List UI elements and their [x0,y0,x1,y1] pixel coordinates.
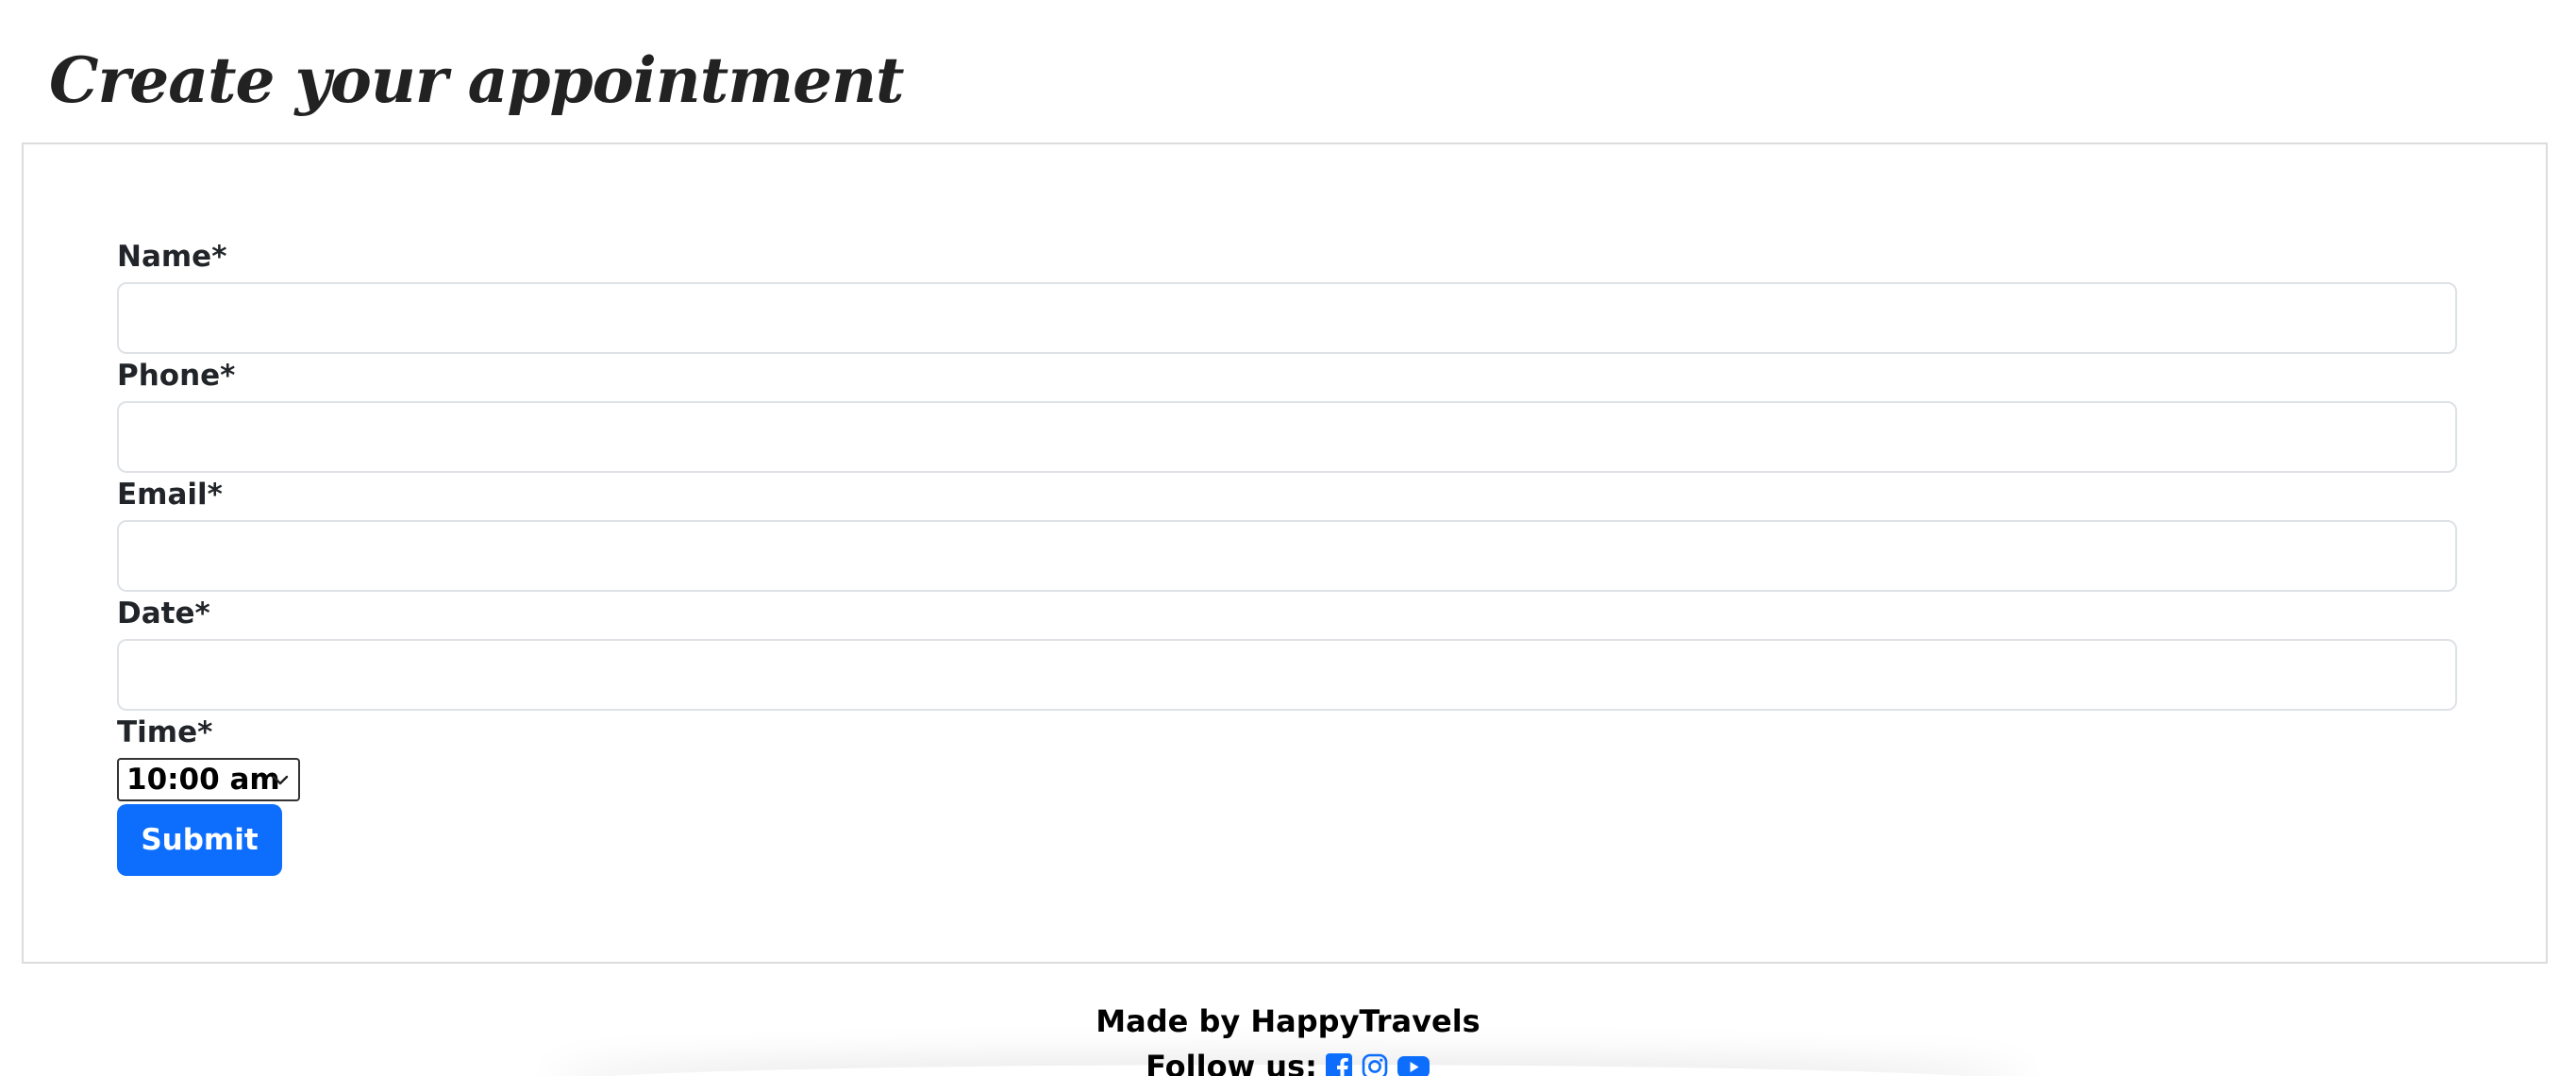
name-input[interactable] [117,282,2457,354]
date-input[interactable] [117,639,2457,711]
submit-button[interactable]: Submit [117,804,282,876]
email-input[interactable] [117,520,2457,592]
page-title: Create your appointment [49,43,905,117]
phone-input[interactable] [117,401,2457,473]
name-label: Name* [117,240,227,274]
facebook-icon[interactable] [1325,1052,1353,1076]
phone-label: Phone* [117,359,236,393]
chevron-down-icon [272,775,289,785]
date-label: Date* [117,597,210,630]
time-select-value: 10:00 am [126,763,280,797]
time-label: Time* [117,715,213,749]
follow-label: Follow us: [1146,1049,1317,1076]
youtube-icon[interactable] [1397,1052,1430,1076]
footer-follow: Follow us: [0,1046,2576,1076]
time-select[interactable]: 10:00 am [117,758,300,801]
instagram-icon[interactable] [1361,1052,1389,1076]
appointment-form: Name* Phone* Email* Date* Time* 10:00 am… [22,143,2548,964]
footer-credit: Made by HappyTravels [1096,1003,1480,1039]
email-label: Email* [117,478,223,512]
